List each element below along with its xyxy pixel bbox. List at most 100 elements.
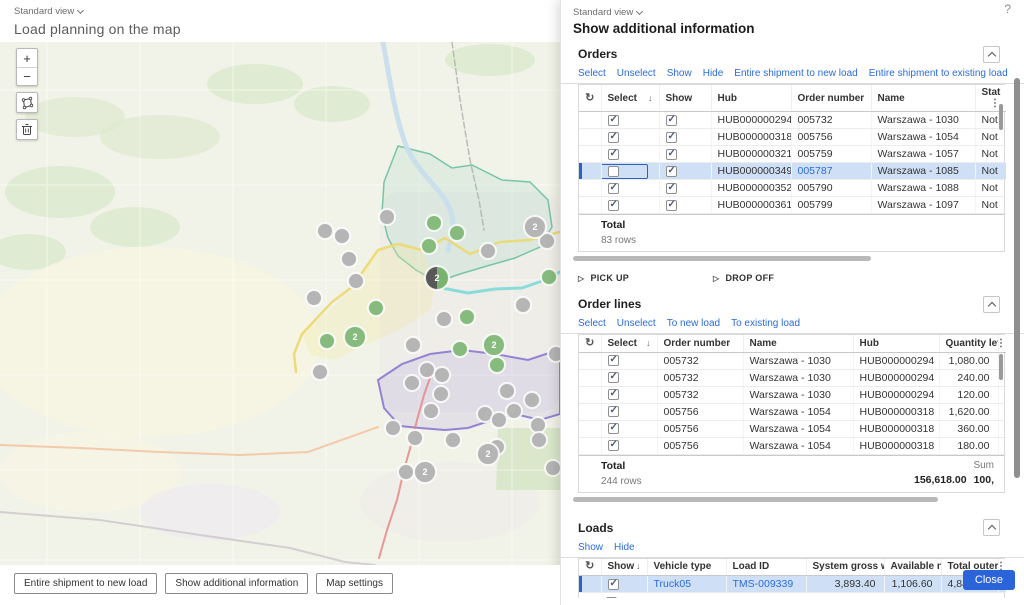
dropoff-expander[interactable]: ▷DROP OFF — [713, 270, 848, 286]
select-checkbox-cell[interactable] — [601, 403, 657, 420]
order-lines-collapse-button[interactable] — [983, 296, 1000, 313]
select-checkbox[interactable] — [608, 355, 619, 366]
map[interactable]: 222222 — [0, 42, 560, 565]
delete-selection-tool[interactable] — [16, 119, 38, 140]
orders-collapse-button[interactable] — [983, 46, 1000, 63]
help-icon[interactable]: ? — [1004, 2, 1011, 16]
order-lines-to-new-load-link[interactable]: To new load — [667, 318, 720, 329]
loads-col-show[interactable]: Show↓ — [601, 559, 647, 576]
order-lines-col-qty[interactable]: Quantity left t... — [939, 335, 998, 352]
orders-hide-link[interactable]: Hide — [703, 68, 724, 79]
refresh-icon[interactable]: ↻ — [585, 92, 594, 104]
show-additional-information-button[interactable]: Show additional information — [165, 573, 308, 594]
show-checkbox[interactable] — [608, 579, 619, 590]
select-checkbox-cell[interactable] — [601, 352, 657, 369]
orders-col-name[interactable]: Name — [871, 85, 975, 112]
order-number-cell[interactable]: 005790 — [791, 180, 871, 197]
order-lines-col-hub[interactable]: Hub — [853, 335, 939, 352]
orders-horizontal-scrollbar[interactable] — [573, 256, 871, 261]
select-checkbox[interactable] — [608, 132, 619, 143]
order-lines-unselect-link[interactable]: Unselect — [617, 318, 656, 329]
orders-table-row[interactable]: HUB000000294 005732 Warszawa - 1030 Not — [579, 112, 1006, 129]
order-lines-col-order-number[interactable]: Order number — [657, 335, 743, 352]
show-checkbox-cell[interactable] — [659, 163, 711, 180]
order-lines-to-existing-load-link[interactable]: To existing load — [731, 318, 800, 329]
map-view-selector[interactable]: Standard view — [14, 6, 181, 17]
order-lines-table-row[interactable]: 005732 Warszawa - 1030 HUB000000294 240.… — [579, 369, 1006, 386]
order-lines-col-menu[interactable]: ⋮ — [998, 335, 1006, 352]
show-checkbox[interactable] — [666, 132, 677, 143]
entire-shipment-new-load-button[interactable]: Entire shipment to new load — [14, 573, 157, 594]
select-checkbox[interactable] — [608, 183, 619, 194]
order-lines-vertical-scrollbar[interactable] — [999, 354, 1003, 380]
loads-col-vehicle-type[interactable]: Vehicle type — [647, 559, 726, 576]
vehicle-type-cell[interactable]: Truck05 — [647, 576, 726, 593]
order-lines-col-name[interactable]: Name — [743, 335, 853, 352]
select-checkbox-cell[interactable] — [601, 197, 659, 214]
show-checkbox-cell[interactable] — [659, 146, 711, 163]
show-checkbox[interactable] — [666, 166, 677, 177]
order-lines-table-row[interactable]: 005732 Warszawa - 1030 HUB000000294 1,08… — [579, 352, 1006, 369]
select-checkbox[interactable] — [608, 200, 619, 211]
polygon-select-tool[interactable] — [16, 92, 38, 113]
zoom-in-button[interactable]: + — [17, 49, 37, 67]
orders-entire-new-load-link[interactable]: Entire shipment to new load — [734, 68, 857, 79]
select-checkbox-cell[interactable] — [601, 112, 659, 129]
orders-select-link[interactable]: Select — [578, 68, 606, 79]
order-lines-col-select[interactable]: Select↓ — [601, 335, 657, 352]
load-id-cell[interactable]: TMS-009339 — [726, 576, 806, 593]
loads-table-row[interactable]: Truck05 TMS-009339 3,893.40 1,106.60 4,8… — [579, 576, 1006, 593]
order-number-cell[interactable]: 005732 — [791, 112, 871, 129]
loads-hide-link[interactable]: Hide — [614, 542, 635, 553]
orders-col-order-number[interactable]: Order number — [791, 85, 871, 112]
select-checkbox[interactable] — [608, 372, 619, 383]
show-checkbox[interactable] — [666, 149, 677, 160]
select-checkbox-cell[interactable] — [601, 369, 657, 386]
orders-table-row[interactable]: HUB000000321 005759 Warszawa - 1057 Not — [579, 146, 1006, 163]
show-checkbox-cell[interactable] — [659, 197, 711, 214]
orders-unselect-link[interactable]: Unselect — [617, 68, 656, 79]
order-lines-table-row[interactable]: 005756 Warszawa - 1054 HUB000000318 180.… — [579, 437, 1006, 454]
show-checkbox-cell[interactable] — [659, 112, 711, 129]
select-checkbox-cell[interactable] — [601, 437, 657, 454]
loads-col-load-id[interactable]: Load ID — [726, 559, 806, 576]
refresh-icon[interactable]: ↻ — [585, 337, 594, 349]
order-number-cell[interactable]: 005799 — [791, 197, 871, 214]
orders-table-row[interactable]: HUB000000349 005787 Warszawa - 1085 Not — [579, 163, 1006, 180]
panel-vertical-scrollbar[interactable] — [1014, 78, 1020, 478]
orders-table-row[interactable]: HUB000000352 005790 Warszawa - 1088 Not — [579, 180, 1006, 197]
order-number-cell[interactable]: 005787 — [791, 163, 871, 180]
select-checkbox[interactable] — [608, 423, 619, 434]
orders-table-row[interactable]: HUB000000361 005799 Warszawa - 1097 Not — [579, 197, 1006, 214]
refresh-icon[interactable]: ↻ — [585, 560, 594, 572]
order-lines-horizontal-scrollbar[interactable] — [573, 497, 938, 502]
select-checkbox-cell[interactable] — [601, 386, 657, 403]
show-checkbox-cell[interactable] — [659, 129, 711, 146]
show-checkbox[interactable] — [666, 115, 677, 126]
orders-col-select[interactable]: Select↓ — [601, 85, 659, 112]
loads-col-gross-weight[interactable]: System gross weight i... — [806, 559, 884, 576]
close-button[interactable]: Close — [963, 570, 1015, 590]
select-checkbox-cell[interactable] — [601, 129, 659, 146]
select-checkbox[interactable] — [608, 115, 619, 126]
loads-collapse-button[interactable] — [983, 519, 1000, 536]
flyout-view-selector[interactable]: Standard view — [573, 7, 1008, 18]
order-number-cell[interactable]: 005756 — [791, 129, 871, 146]
order-number-cell[interactable]: 005759 — [791, 146, 871, 163]
orders-table-row[interactable]: HUB000000318 005756 Warszawa - 1054 Not — [579, 129, 1006, 146]
zoom-out-button[interactable]: − — [17, 67, 37, 85]
order-lines-table-row[interactable]: 005756 Warszawa - 1054 HUB000000318 360.… — [579, 420, 1006, 437]
select-checkbox[interactable] — [608, 440, 619, 451]
show-checkbox[interactable] — [666, 200, 677, 211]
show-checkbox[interactable] — [666, 183, 677, 194]
select-checkbox[interactable] — [608, 166, 619, 177]
order-lines-table-row[interactable]: 005756 Warszawa - 1054 HUB000000318 1,62… — [579, 403, 1006, 420]
select-checkbox[interactable] — [608, 149, 619, 160]
loads-col-available-net[interactable]: Available net ... — [884, 559, 941, 576]
select-checkbox-cell[interactable] — [601, 146, 659, 163]
select-checkbox[interactable] — [608, 389, 619, 400]
orders-entire-existing-load-link[interactable]: Entire shipment to existing load — [869, 68, 1008, 79]
map-settings-button[interactable]: Map settings — [316, 573, 393, 594]
column-menu-icon[interactable]: ⋮ — [998, 338, 1006, 349]
orders-col-hub[interactable]: Hub — [711, 85, 791, 112]
